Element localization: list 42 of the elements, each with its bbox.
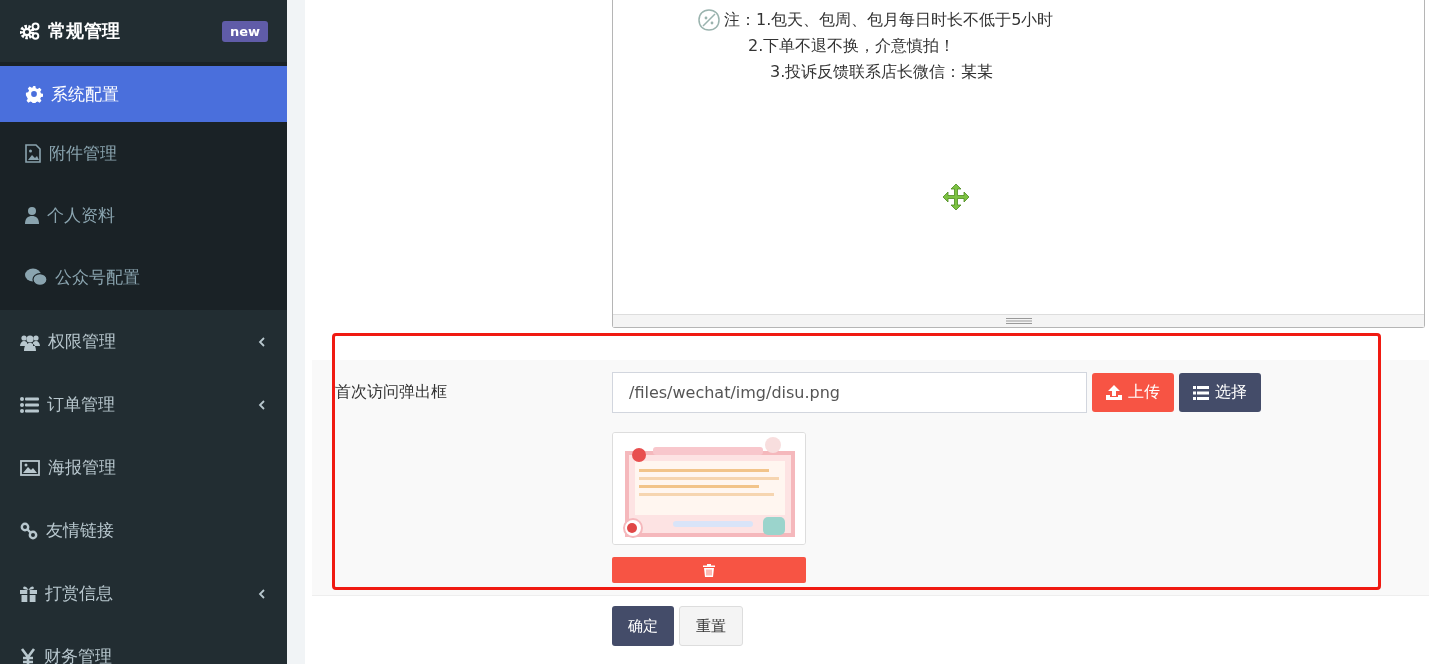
chevron-left-icon [257, 588, 267, 599]
move-icon [943, 184, 969, 210]
gear-icon [25, 85, 43, 103]
chat-bubbles-icon [25, 268, 47, 286]
reset-button[interactable]: 重置 [679, 606, 743, 646]
user-icon [25, 206, 39, 224]
image-file-icon [25, 143, 41, 163]
list-icon [1193, 385, 1209, 400]
sidebar-item[interactable]: 打赏信息 [0, 562, 287, 625]
chevron-left-icon [257, 336, 267, 347]
yen-icon [20, 647, 36, 664]
file-path-field[interactable]: /files/wechat/img/disu.png [612, 372, 1087, 413]
choose-button[interactable]: 选择 [1179, 373, 1261, 412]
sidebar-item[interactable]: 权限管理 [0, 310, 287, 373]
sidebar-item[interactable]: 海报管理 [0, 436, 287, 499]
sidebar-item[interactable]: 公众号配置 [0, 246, 287, 308]
link-icon [20, 521, 38, 540]
users-icon [20, 332, 40, 351]
note-text: 2.下单不退不换，介意慎拍！ [748, 35, 956, 57]
group-title: 常规管理 [48, 19, 121, 43]
field-label: 首次访问弹出框 [334, 381, 448, 403]
upload-icon [1106, 385, 1122, 400]
list-icon [20, 396, 39, 413]
delete-button[interactable] [612, 557, 806, 583]
rich-text-editor[interactable]: 注：1.包天、包周、包月每日时长不低于5小时 2.下单不退不换，介意慎拍！ 3.投诉反馈联系店长微信：某某 [612, 0, 1425, 328]
image-icon [20, 459, 40, 476]
sidebar-item[interactable]: 友情链接 [0, 499, 287, 562]
gift-icon [20, 585, 37, 602]
resize-handle-icon[interactable] [1005, 318, 1032, 324]
sidebar-item[interactable]: 个人资料 [0, 184, 287, 246]
sidebar-item[interactable]: 系统配置 [0, 66, 287, 122]
gears-icon [20, 22, 40, 40]
confirm-button[interactable]: 确定 [612, 606, 674, 646]
sidebar-item[interactable]: 订单管理 [0, 373, 287, 436]
sidebar-item[interactable]: 附件管理 [0, 122, 287, 184]
trash-icon [703, 563, 715, 577]
note-text: 3.投诉反馈联系店长微信：某某 [770, 61, 994, 83]
leaf-icon [698, 9, 720, 31]
note-text: 注：1.包天、包周、包月每日时长不低于5小时 [724, 9, 1054, 31]
new-badge: new [221, 20, 268, 42]
sidebar-item[interactable]: 财务管理 [0, 625, 287, 664]
chevron-left-icon [257, 399, 267, 410]
